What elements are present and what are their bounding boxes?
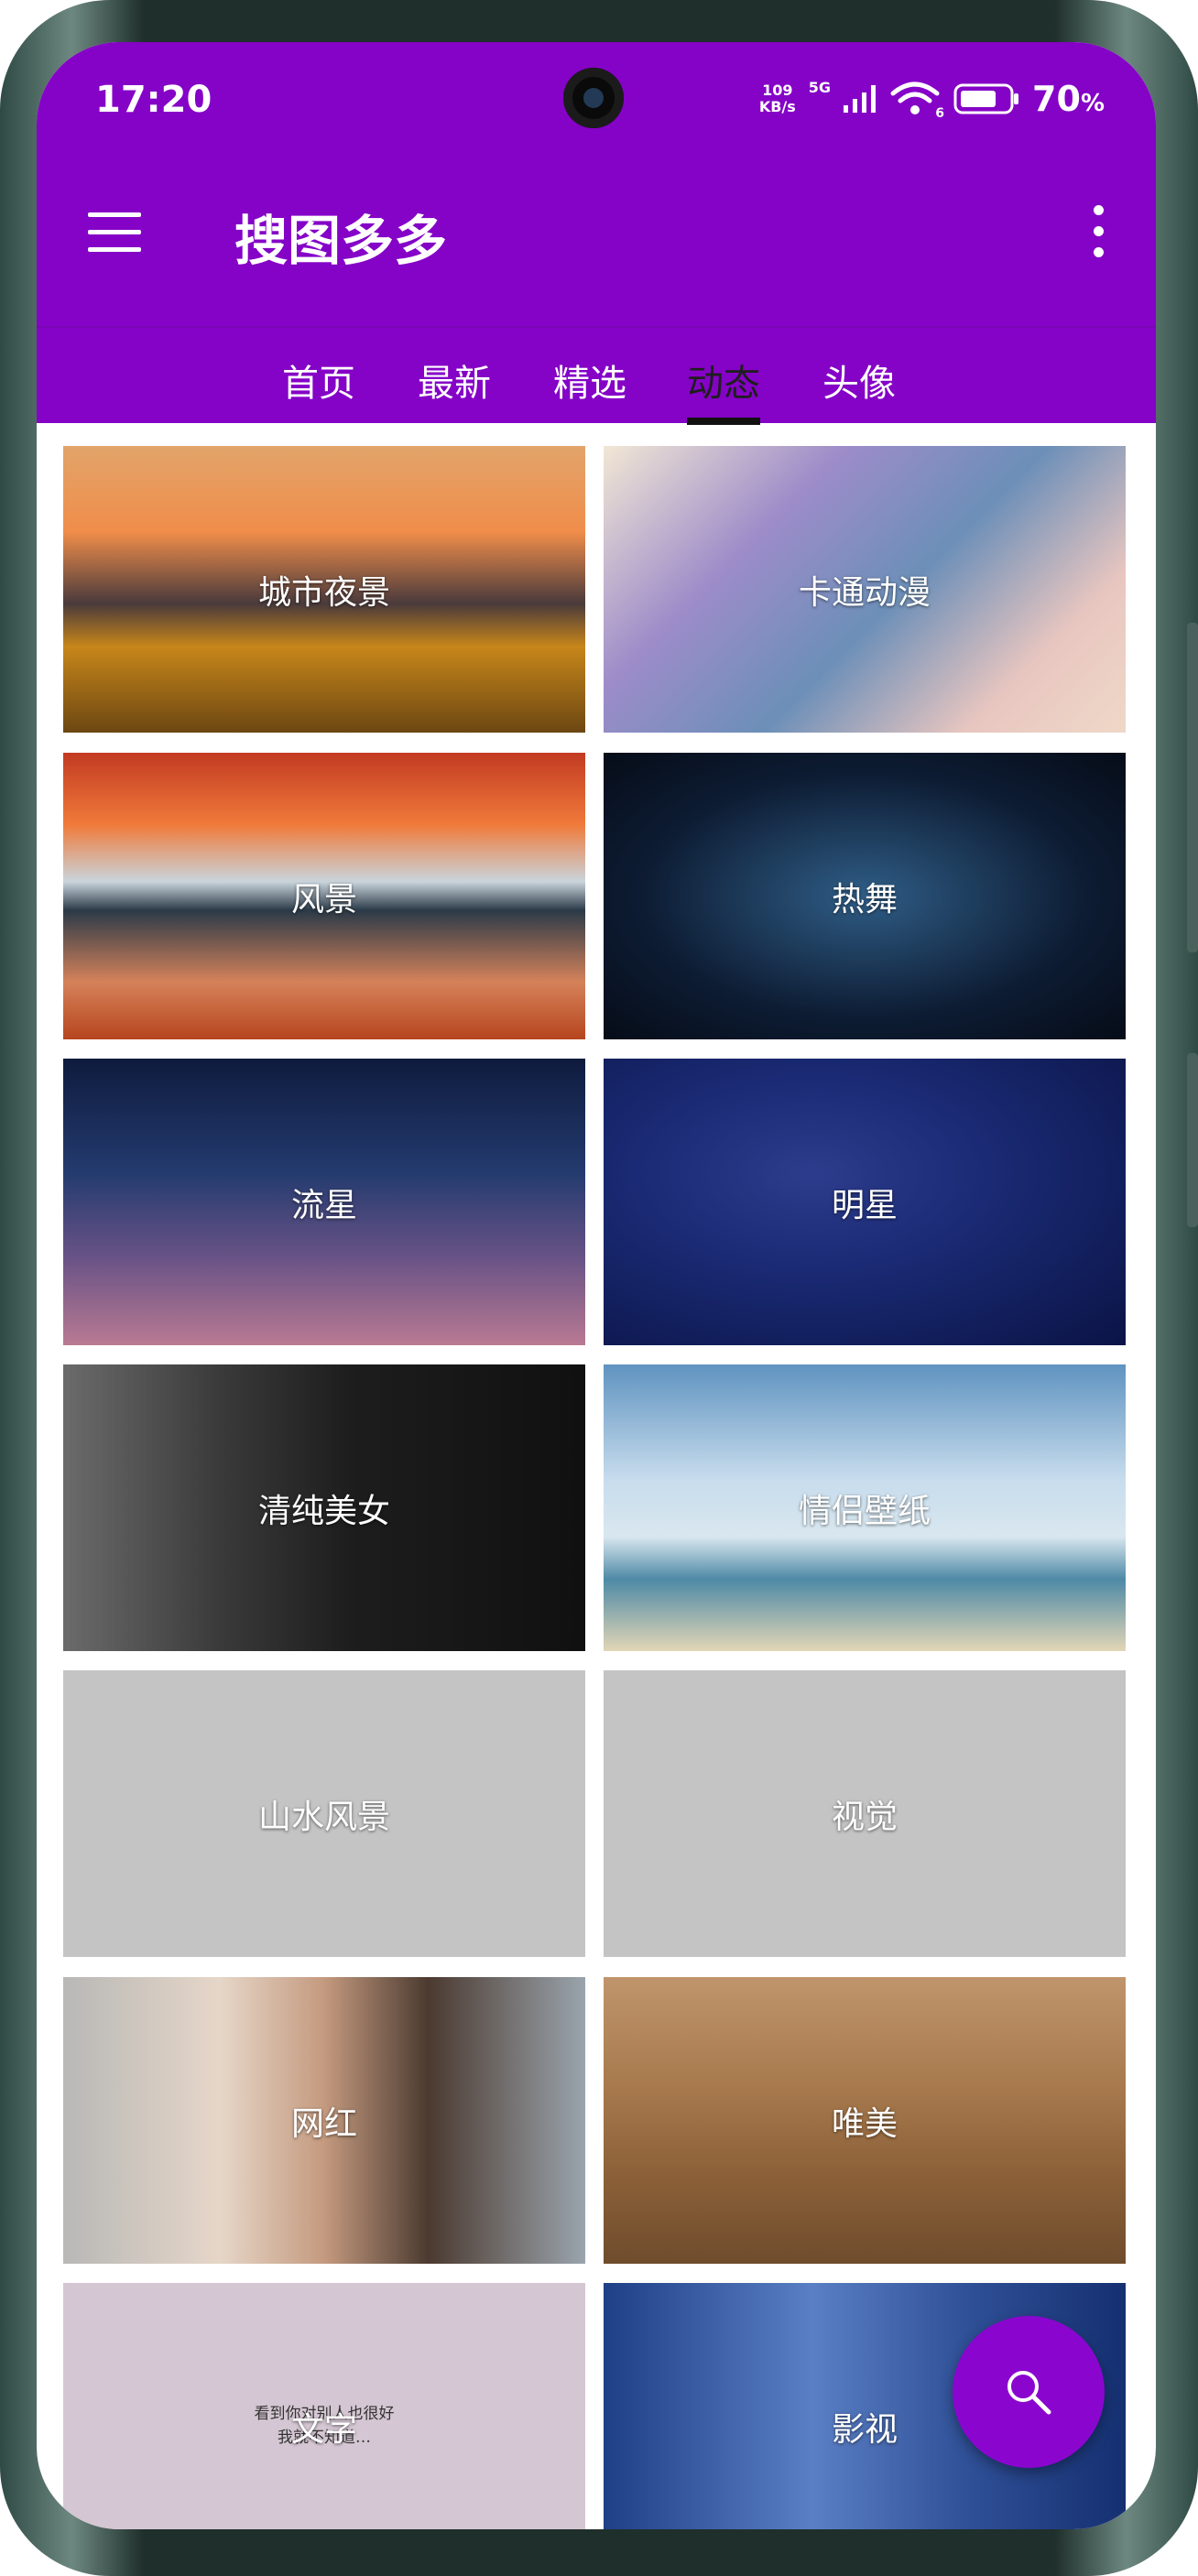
tile-label: 唯美 [831,2104,898,2143]
tile-label: 网红 [290,2104,357,2143]
tab-featured[interactable]: 精选 [553,353,626,407]
more-vert-icon[interactable] [1092,205,1105,257]
category-tile[interactable]: 流星 [63,1059,585,1345]
tab-latest[interactable]: 最新 [418,353,491,407]
tab-bar: 首页 最新 精选 动态 头像 [37,326,1156,425]
tile-label: 情侣壁纸 [798,1492,931,1530]
search-fab[interactable] [953,2316,1105,2468]
category-tile[interactable]: 清纯美女 [63,1364,585,1651]
network-type: 5G [808,79,832,96]
net-speed: 109 KB/s [759,82,796,115]
front-camera [563,68,624,128]
status-bar: 17:20 109 KB/s 5G 6 70% [37,42,1156,143]
tile-label: 文字 [290,2410,357,2449]
tile-label: 清纯美女 [257,1492,390,1530]
tile-label: 明星 [831,1186,898,1224]
category-tile[interactable]: 热舞 [604,753,1126,1039]
wifi-icon: 6 [889,81,944,121]
category-tile[interactable]: 网红 [63,1977,585,2264]
screen: 17:20 109 KB/s 5G 6 70% 搜图多多 首页 最新 精选 动态… [37,42,1156,2529]
tile-label: 影视 [831,2410,898,2449]
app-title: 搜图多多 [234,210,448,272]
toolbar: 搜图多多 [37,143,1156,326]
category-grid: 城市夜景 卡通动漫 风景 热舞 流星 明星 清纯美女 情侣壁纸 山水风景 视觉 … [37,423,1156,2529]
tab-avatar[interactable]: 头像 [822,353,896,407]
volume-button [1187,623,1198,952]
category-tile[interactable]: 看到你对别人也很好 我就不知道… 文字 [63,2283,585,2529]
phone-frame: 17:20 109 KB/s 5G 6 70% 搜图多多 首页 最新 精选 动态… [0,0,1198,2576]
tile-label: 卡通动漫 [798,573,931,612]
net-speed-value: 109 [762,82,793,99]
battery-icon [953,83,1019,114]
category-tile[interactable]: 唯美 [604,1977,1126,2264]
category-tile[interactable]: 城市夜景 [63,446,585,733]
tab-dynamic[interactable]: 动态 [687,353,760,407]
tile-label: 山水风景 [257,1798,390,1836]
tile-label: 流星 [290,1186,357,1224]
power-button [1187,1053,1198,1227]
tile-label: 热舞 [831,880,898,918]
category-tile[interactable]: 山水风景 [63,1670,585,1957]
tile-label: 视觉 [831,1798,898,1836]
category-tile[interactable]: 情侣壁纸 [604,1364,1126,1651]
tab-home[interactable]: 首页 [282,353,355,407]
status-time: 17:20 [95,79,212,121]
wifi-label: 6 [935,106,945,121]
search-icon [1007,2371,1051,2415]
tile-label: 城市夜景 [257,573,390,612]
signal-icon [844,85,877,113]
net-speed-unit: KB/s [758,98,796,115]
category-tile[interactable]: 风景 [63,753,585,1039]
tile-label: 风景 [290,880,357,918]
hamburger-menu-icon[interactable] [88,212,141,253]
top-app-bar: 17:20 109 KB/s 5G 6 70% 搜图多多 首页 最新 精选 动态… [37,42,1156,425]
category-tile[interactable]: 明星 [604,1059,1126,1345]
battery-percent: 70% [1032,79,1105,119]
category-tile[interactable]: 视觉 [604,1670,1126,1957]
status-icons: 109 KB/s 5G 6 70% [759,79,1105,121]
category-tile[interactable]: 卡通动漫 [604,446,1126,733]
